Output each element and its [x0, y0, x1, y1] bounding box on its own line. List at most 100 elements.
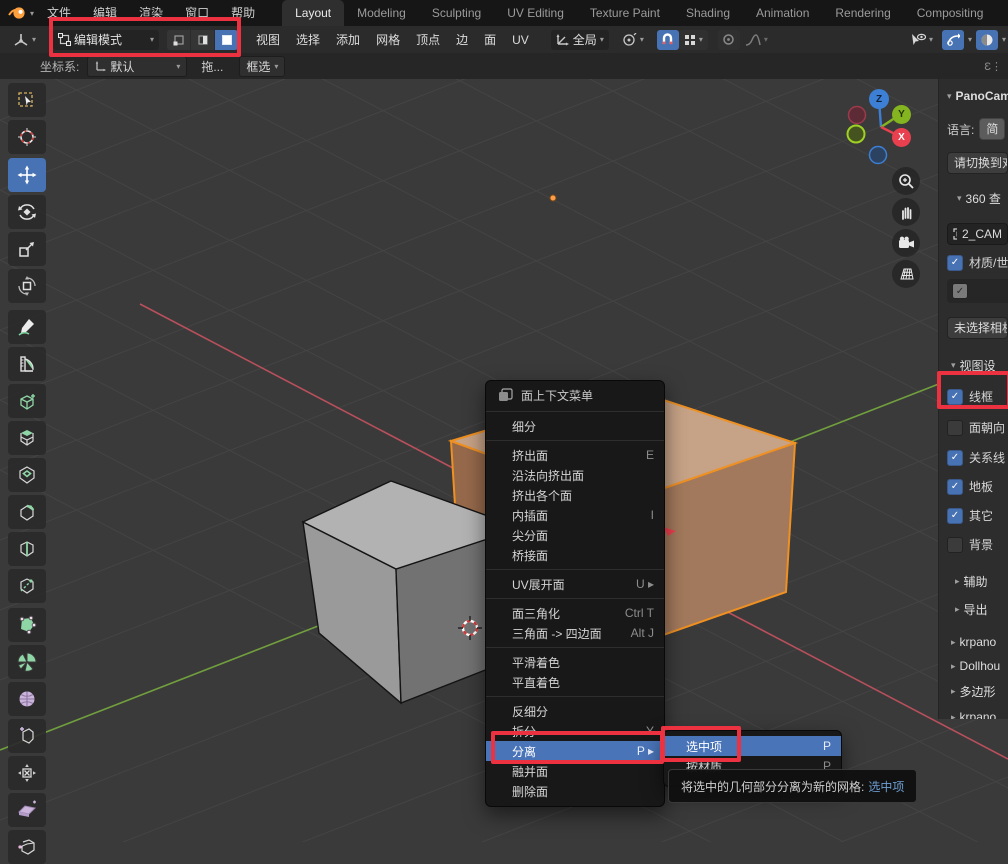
mode-dropdown[interactable]: 编辑模式 ▾ [53, 30, 159, 50]
zoom-button[interactable] [892, 167, 920, 195]
menu-face[interactable]: 面 [476, 31, 504, 48]
submenu-item-selection[interactable]: 选中项P [664, 736, 841, 756]
tab-shading[interactable]: Shading [673, 0, 743, 26]
menu-item-dissolve-faces[interactable]: 融并面 [486, 761, 664, 781]
tool-move[interactable] [8, 158, 46, 192]
axis-z-ball[interactable]: Z [869, 89, 889, 109]
tab-geometry-nodes[interactable]: Geometry Nodes [996, 0, 1008, 26]
section-polygon[interactable]: ▸多边形 [951, 683, 1008, 700]
tool-scale[interactable] [8, 232, 46, 266]
drag-dropdown[interactable]: 拖... [201, 58, 223, 75]
tool-loop-cut[interactable] [8, 532, 46, 566]
menu-render[interactable]: 渲染 [128, 0, 174, 26]
viewport-corner-widget[interactable]: Ɛ⋮ [984, 60, 1002, 73]
menu-item-split[interactable]: 拆分Y [486, 721, 664, 741]
camera-object-field[interactable]: 2_CAM [947, 223, 1008, 245]
checkbox-icon[interactable]: ✓ [947, 450, 963, 466]
edge-select-button[interactable] [191, 30, 214, 50]
menu-add[interactable]: 添加 [328, 31, 368, 48]
menu-item-delete-faces[interactable]: 删除面 [486, 781, 664, 801]
tool-knife[interactable] [8, 569, 46, 603]
pan-button[interactable] [892, 198, 920, 226]
tab-compositing[interactable]: Compositing [904, 0, 997, 26]
menu-item-subdivide[interactable]: 细分 [486, 416, 664, 436]
snap-with-dropdown[interactable]: ▾ [679, 30, 708, 50]
tab-sculpting[interactable]: Sculpting [419, 0, 494, 26]
menu-uv[interactable]: UV [504, 33, 537, 47]
tool-annotate[interactable] [8, 310, 46, 344]
menu-item-extrude-individual[interactable]: 挤出各个面 [486, 485, 664, 505]
menu-view[interactable]: 视图 [248, 31, 288, 48]
menu-item-bridge-faces[interactable]: 桥接面 [486, 545, 664, 565]
section-view-settings[interactable]: ▾ 视图设 [951, 357, 1008, 374]
axis-x-ball[interactable]: X [892, 128, 911, 147]
tool-transform[interactable] [8, 269, 46, 303]
language-dropdown[interactable]: 简 [979, 118, 1005, 140]
checkbox-icon[interactable]: ✓ [947, 508, 963, 524]
checkbox-icon[interactable]: ✓ [947, 255, 963, 271]
transform-orientation-dropdown[interactable]: 全局 ▾ [551, 30, 609, 50]
menu-item-separate[interactable]: 分离P ▸ [486, 741, 664, 761]
tool-smooth[interactable] [8, 682, 46, 716]
view-option-wireframe[interactable]: ✓ 线框 [947, 388, 1008, 405]
coord-system-dropdown[interactable]: 默认 ▾ [87, 56, 187, 77]
menu-window[interactable]: 窗口 [174, 0, 220, 26]
menu-item-tris-to-quads[interactable]: 三角面 -> 四边面Alt J [486, 623, 664, 643]
tool-poly-build[interactable] [8, 608, 46, 642]
tool-measure[interactable] [8, 347, 46, 381]
tab-modeling[interactable]: Modeling [344, 0, 419, 26]
tool-shrink-fatten[interactable] [8, 756, 46, 790]
proportional-editing-button[interactable] [718, 30, 740, 50]
menu-item-unsubdivide[interactable]: 反细分 [486, 701, 664, 721]
menu-file[interactable]: 文件 [36, 0, 82, 26]
tool-add-cube[interactable] [8, 384, 46, 418]
panel-header-panocam[interactable]: ▾ PanoCama [947, 89, 1008, 103]
checkbox-icon[interactable]: ✓ [947, 537, 963, 553]
switch-button[interactable]: 请切换到对 [947, 152, 1008, 174]
chevron-down-icon[interactable]: ▾ [1002, 35, 1006, 44]
section-export[interactable]: ▸导出 [955, 601, 1008, 618]
checkbox-icon[interactable]: ✓ [947, 389, 963, 405]
proportional-falloff-dropdown[interactable]: ▾ [740, 30, 773, 50]
vertex-select-button[interactable] [167, 30, 190, 50]
menu-item-extrude-along-normals[interactable]: 沿法向挤出面 [486, 465, 664, 485]
tab-texture-paint[interactable]: Texture Paint [577, 0, 673, 26]
tool-cursor[interactable] [8, 120, 46, 154]
section-auxiliary[interactable]: ▸辅助 [955, 573, 1008, 590]
menu-vertex[interactable]: 顶点 [408, 31, 448, 48]
menu-select[interactable]: 选择 [288, 31, 328, 48]
menu-help[interactable]: 帮助 [220, 0, 266, 26]
tool-bevel[interactable] [8, 495, 46, 529]
checkbox-icon[interactable]: ✓ [947, 420, 963, 436]
menu-edit[interactable]: 编辑 [82, 0, 128, 26]
tool-extrude-region[interactable] [8, 421, 46, 455]
gizmos-dropdown[interactable]: ▾ [905, 30, 938, 50]
section-krpano-2[interactable]: ▸krpano [951, 710, 1008, 719]
face-select-button[interactable] [215, 30, 238, 50]
app-menu-chevron-icon[interactable]: ▾ [30, 9, 34, 18]
menu-item-triangulate[interactable]: 面三角化Ctrl T [486, 603, 664, 623]
no-camera-button[interactable]: 未选择相机 [947, 317, 1008, 339]
tool-edge-slide[interactable] [8, 719, 46, 753]
orthographic-toggle-button[interactable] [892, 260, 920, 288]
view-option-face-orientation[interactable]: ✓ 面朝向 [947, 419, 1008, 436]
material-world-checkbox-row[interactable]: ✓ 材质/世界 [947, 254, 1008, 271]
editor-type-button[interactable]: ▾ [8, 30, 41, 50]
menu-item-uv-unwrap[interactable]: UV展开面U ▸ [486, 574, 664, 594]
tool-shear[interactable] [8, 793, 46, 827]
menu-item-shade-smooth[interactable]: 平滑着色 [486, 652, 664, 672]
axis-y-ball[interactable]: Y [892, 105, 911, 124]
snap-toggle-button[interactable] [657, 30, 679, 50]
chevron-down-icon[interactable]: ▾ [968, 35, 972, 44]
tool-rip-region[interactable] [8, 830, 46, 864]
section-dollhouse[interactable]: ▸Dollhou [951, 659, 1008, 673]
view-option-relationship-lines[interactable]: ✓ 关系线 [947, 449, 1008, 466]
tab-layout[interactable]: Layout [282, 0, 344, 26]
view-option-other[interactable]: ✓ 其它 [947, 507, 1008, 524]
tool-rotate[interactable] [8, 195, 46, 229]
section-krpano-1[interactable]: ▸krpano [951, 635, 1008, 649]
view-option-background[interactable]: ✓ 背景 [947, 536, 1008, 553]
select-box-dropdown[interactable]: 框选 ▾ [239, 56, 285, 77]
menu-item-shade-flat[interactable]: 平直着色 [486, 672, 664, 692]
tool-inset-faces[interactable] [8, 458, 46, 492]
